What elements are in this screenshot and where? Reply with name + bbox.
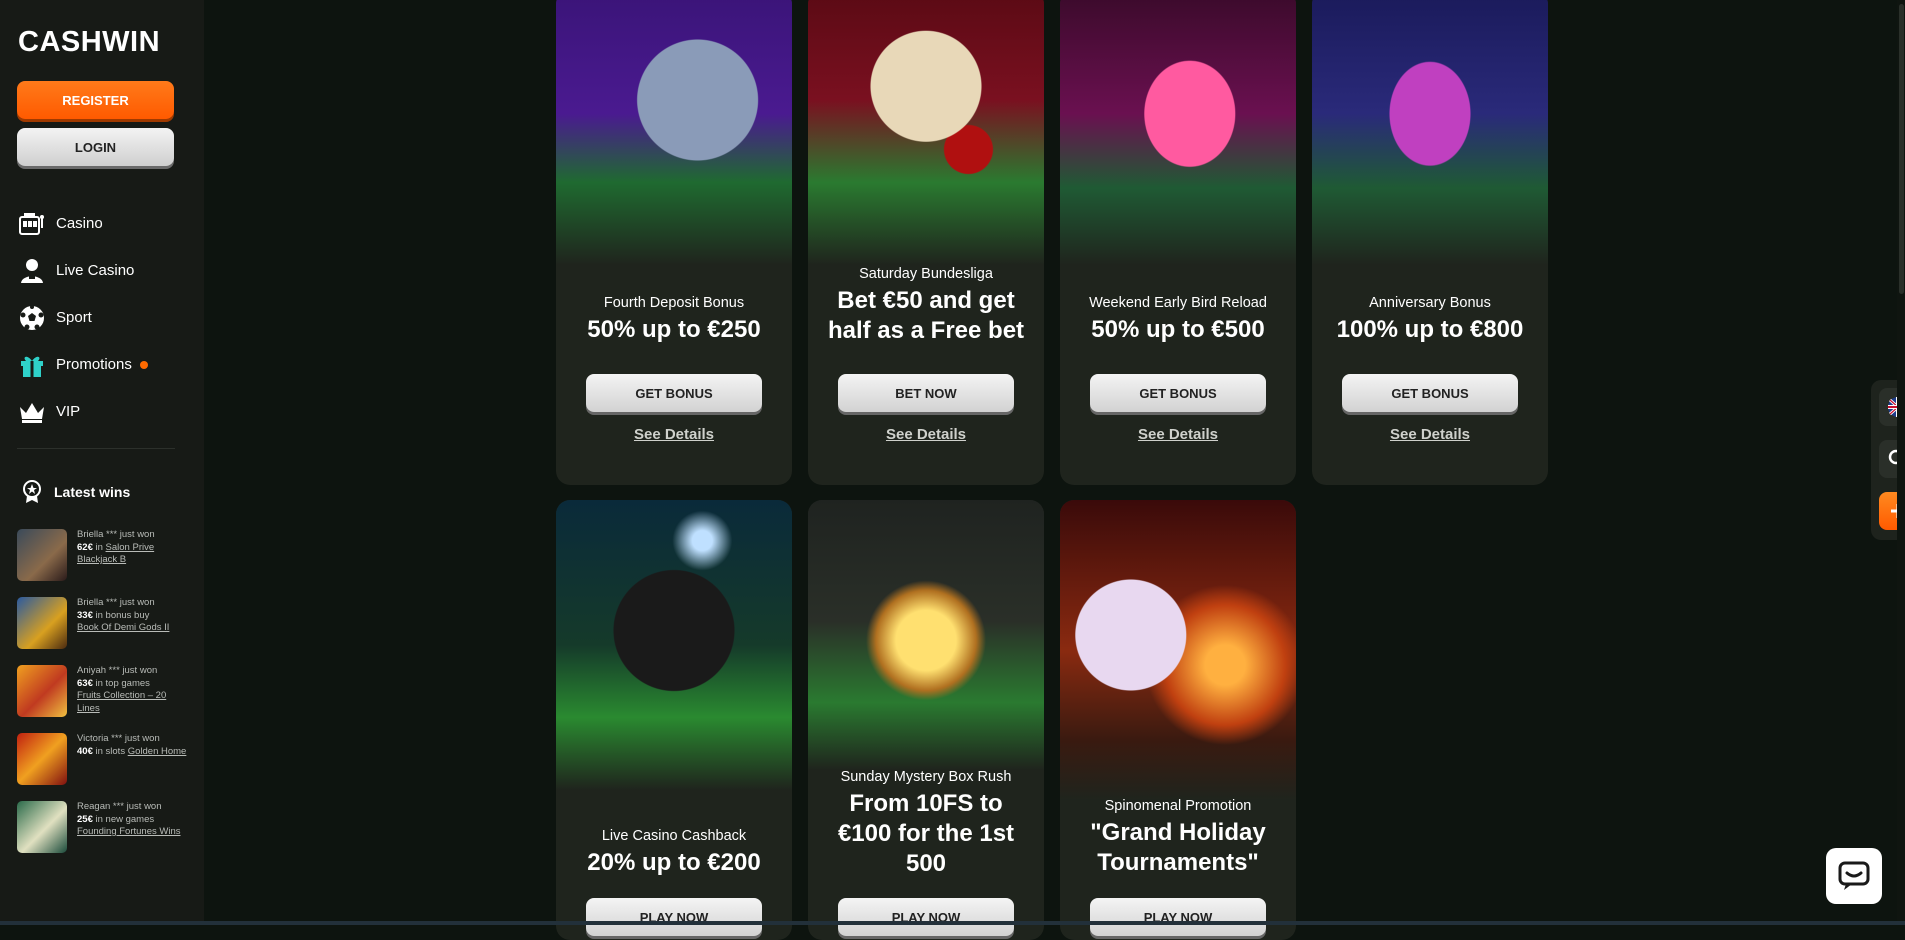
nav-label-vip: VIP: [56, 403, 80, 420]
game-thumbnail[interactable]: [17, 665, 67, 717]
promo-subtitle: Anniversary Bonus: [1312, 295, 1548, 311]
dealer-icon: [18, 257, 46, 285]
promo-card: Weekend Early Bird Reload 50% up to €500…: [1060, 0, 1296, 485]
see-details-link[interactable]: See Details: [1312, 426, 1548, 443]
main-nav: Casino Live Casino Sport Promotions V: [18, 200, 188, 435]
promo-card: Anniversary Bonus 100% up to €800 GET BO…: [1312, 0, 1548, 485]
promo-art-mystery-box: [808, 500, 1044, 770]
see-details-link[interactable]: See Details: [1060, 426, 1296, 443]
see-details-link[interactable]: See Details: [556, 426, 792, 443]
promo-card: Sunday Mystery Box Rush From 10FS to €10…: [808, 500, 1044, 940]
win-context: in slots: [96, 746, 126, 757]
soccer-ball-icon: [18, 304, 46, 332]
bottom-edge: [0, 921, 1905, 925]
win-game-link[interactable]: Book Of Demi Gods II: [77, 622, 169, 633]
sidebar: CASHWIN REGISTER LOGIN Casino Live Casin…: [0, 0, 204, 925]
promo-art-panther: [556, 500, 792, 790]
win-amount: 25€: [77, 814, 93, 825]
get-bonus-button[interactable]: GET BONUS: [586, 374, 762, 412]
win-context: in: [96, 542, 103, 553]
win-game-link[interactable]: Founding Fortunes Wins: [77, 826, 181, 837]
nav-item-promotions[interactable]: Promotions: [18, 341, 188, 388]
game-thumbnail[interactable]: [17, 597, 67, 649]
promo-title: Bet €50 and get half as a Free bet: [808, 286, 1044, 346]
promo-art-lion: [1060, 500, 1296, 800]
list-item[interactable]: Briella *** just won 33€ in bonus buy Bo…: [17, 597, 187, 665]
win-amount: 63€: [77, 678, 93, 689]
win-game-link[interactable]: Golden Home: [128, 746, 187, 757]
promo-art-leopard: [808, 0, 1044, 265]
list-item[interactable]: Aniyah *** just won 63€ in top games Fru…: [17, 665, 187, 733]
nav-label-casino: Casino: [56, 215, 103, 232]
nav-item-vip[interactable]: VIP: [18, 388, 188, 435]
win-game-link[interactable]: Fruits Collection – 20 Lines: [77, 690, 166, 714]
game-thumbnail[interactable]: [17, 733, 67, 785]
get-bonus-button[interactable]: GET BONUS: [1342, 374, 1518, 412]
win-player: Aniyah *** just won: [77, 665, 157, 676]
win-player: Victoria *** just won: [77, 733, 160, 744]
promo-card: Spinomenal Promotion "Grand Holiday Tour…: [1060, 500, 1296, 940]
slot-machine-icon: [18, 210, 46, 238]
get-bonus-button[interactable]: GET BONUS: [1090, 374, 1266, 412]
brand-logo[interactable]: CASHWIN: [18, 26, 160, 59]
promo-title: From 10FS to €100 for the 1st 500: [808, 789, 1044, 879]
promo-subtitle: Saturday Bundesliga: [808, 266, 1044, 282]
bet-now-button[interactable]: BET NOW: [838, 374, 1014, 412]
play-now-button[interactable]: PLAY NOW: [586, 898, 762, 936]
nav-label-promotions: Promotions: [56, 356, 132, 373]
win-context: in bonus buy: [96, 610, 150, 621]
play-now-button[interactable]: PLAY NOW: [838, 898, 1014, 936]
promo-card: Saturday Bundesliga Bet €50 and get half…: [808, 0, 1044, 485]
promo-art-cake: [1312, 0, 1548, 265]
list-item[interactable]: Victoria *** just won 40€ in slots Golde…: [17, 733, 187, 801]
nav-label-live-casino: Live Casino: [56, 262, 134, 279]
nav-item-sport[interactable]: Sport: [18, 294, 188, 341]
win-amount: 33€: [77, 610, 93, 621]
latest-wins-title: Latest wins: [54, 484, 130, 500]
register-button[interactable]: REGISTER: [17, 81, 174, 119]
game-thumbnail[interactable]: [17, 529, 67, 581]
promo-title: 50% up to €250: [556, 315, 792, 345]
login-button[interactable]: LOGIN: [17, 128, 174, 166]
game-thumbnail[interactable]: [17, 801, 67, 853]
see-details-link[interactable]: See Details: [808, 426, 1044, 443]
promo-card: Live Casino Cashback 20% up to €200 PLAY…: [556, 500, 792, 940]
nav-item-live-casino[interactable]: Live Casino: [18, 247, 188, 294]
win-player: Reagan *** just won: [77, 801, 162, 812]
notification-dot: [140, 361, 148, 369]
promo-title: 20% up to €200: [556, 848, 792, 878]
gift-icon: [18, 351, 46, 379]
promo-title: 50% up to €500: [1060, 315, 1296, 345]
promo-subtitle: Sunday Mystery Box Rush: [808, 769, 1044, 785]
win-amount: 40€: [77, 746, 93, 757]
nav-item-casino[interactable]: Casino: [18, 200, 188, 247]
latest-wins-header: Latest wins: [22, 480, 130, 504]
promo-title: 100% up to €800: [1312, 315, 1548, 345]
nav-label-sport: Sport: [56, 309, 92, 326]
play-now-button[interactable]: PLAY NOW: [1090, 898, 1266, 936]
promo-art-flamingo: [1060, 0, 1296, 265]
sidebar-divider: [17, 448, 175, 449]
latest-wins-list: Briella *** just won 62€ in Salon Prive …: [17, 529, 187, 869]
promo-subtitle: Weekend Early Bird Reload: [1060, 295, 1296, 311]
promo-subtitle: Fourth Deposit Bonus: [556, 295, 792, 311]
promo-subtitle: Live Casino Cashback: [556, 828, 792, 844]
win-player: Briella *** just won: [77, 529, 155, 540]
promo-title: "Grand Holiday Tournaments": [1060, 818, 1296, 878]
promo-card: Fourth Deposit Bonus 50% up to €250 GET …: [556, 0, 792, 485]
win-player: Briella *** just won: [77, 597, 155, 608]
win-context: in new games: [96, 814, 155, 825]
list-item[interactable]: Briella *** just won 62€ in Salon Prive …: [17, 529, 187, 597]
promo-subtitle: Spinomenal Promotion: [1060, 798, 1296, 814]
win-amount: 62€: [77, 542, 93, 553]
chat-icon[interactable]: [1826, 848, 1882, 904]
promo-art-elephant: [556, 0, 792, 265]
win-context: in top games: [96, 678, 150, 689]
crown-icon: [18, 398, 46, 426]
trophy-badge-icon: [22, 480, 42, 504]
scrollbar-thumb[interactable]: [1899, 4, 1904, 294]
list-item[interactable]: Reagan *** just won 25€ in new games Fou…: [17, 801, 187, 869]
